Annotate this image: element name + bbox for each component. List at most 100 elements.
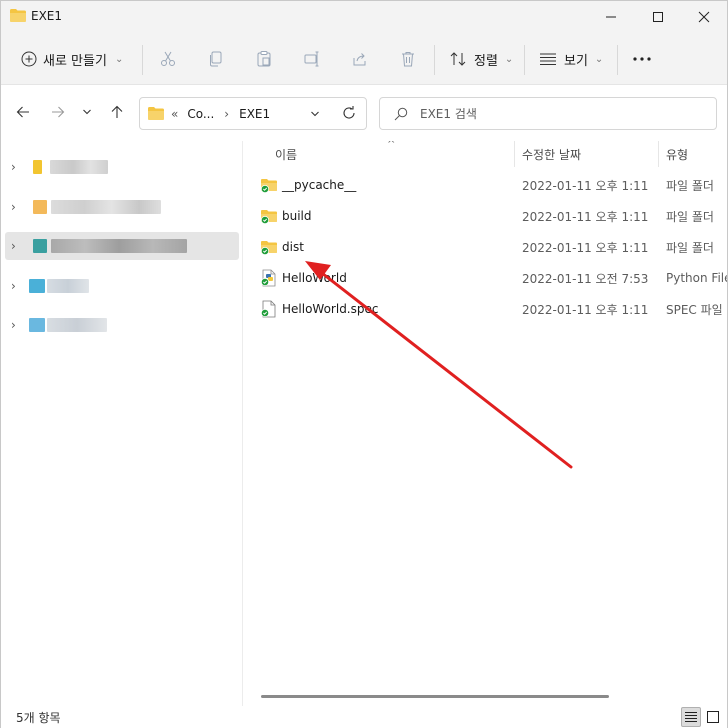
toolbar-divider (142, 45, 143, 75)
sort-icon (450, 52, 466, 66)
file-name: build (282, 209, 312, 223)
sidebar-item-label (47, 279, 89, 293)
sidebar-item-label (50, 160, 108, 174)
search-box[interactable]: EXE1 검색 (379, 97, 717, 130)
breadcrumb-item[interactable]: EXE1 (239, 107, 270, 121)
minimize-icon (606, 16, 616, 18)
navigation-pane: › › › › › (1, 141, 242, 706)
sidebar-item-label (51, 200, 161, 214)
file-type: 파일 폴더 (666, 209, 714, 224)
folder-icon (148, 107, 164, 120)
breadcrumb-overflow[interactable]: « (171, 107, 178, 121)
folder-synced-icon (261, 179, 277, 193)
column-divider[interactable] (514, 141, 515, 167)
sidebar-item-label (51, 239, 187, 253)
rename-icon[interactable] (301, 48, 323, 70)
column-divider[interactable] (658, 141, 659, 167)
sidebar-item-icon (33, 200, 47, 214)
share-icon[interactable] (349, 48, 371, 70)
breadcrumb-separator: › (224, 106, 230, 121)
document-icon (261, 300, 276, 318)
sidebar-item[interactable]: › (5, 153, 239, 181)
chevron-down-icon: ⌄ (594, 53, 604, 65)
file-type: SPEC 파일 (666, 302, 723, 317)
command-bar: 새로 만들기 ⌄ 정렬 ⌄ 보기 ⌄ (1, 33, 727, 85)
folder-synced-icon (261, 210, 277, 224)
plus-circle-icon (21, 51, 37, 67)
folder-icon (10, 9, 26, 22)
delete-icon[interactable] (397, 48, 419, 70)
toolbar-divider (617, 45, 618, 75)
up-button[interactable] (104, 99, 130, 125)
maximize-button[interactable] (635, 1, 681, 33)
sidebar-item[interactable]: › (5, 232, 239, 260)
new-button[interactable]: 새로 만들기 ⌄ (13, 43, 131, 75)
chevron-right-icon: › (11, 160, 16, 174)
sidebar-item-icon (29, 279, 45, 293)
minimize-button[interactable] (588, 1, 634, 33)
sort-ascending-icon: ^ (387, 141, 396, 150)
address-bar[interactable]: « Co... › EXE1 (139, 97, 367, 130)
tiles-view-button[interactable] (703, 707, 723, 727)
more-options-button[interactable] (626, 43, 658, 75)
python-file-icon (261, 269, 276, 287)
sidebar-item-icon (33, 160, 42, 174)
sidebar-item-icon (33, 239, 47, 253)
details-view-button[interactable] (681, 707, 701, 727)
file-row[interactable]: build 2022-01-11 오후 1:11 파일 폴더 (243, 201, 727, 231)
new-button-label: 새로 만들기 (43, 53, 107, 69)
chevron-down-icon (311, 111, 319, 117)
folder-synced-icon (261, 241, 277, 255)
search-icon (394, 107, 408, 120)
chevron-right-icon: › (11, 200, 16, 214)
file-type: 파일 폴더 (666, 240, 714, 255)
arrow-right-icon (52, 106, 65, 118)
address-history-button[interactable] (310, 107, 320, 121)
chevron-down-icon: ⌄ (114, 53, 124, 65)
file-name: __pycache__ (282, 178, 357, 192)
recent-locations-button[interactable] (76, 99, 98, 125)
view-label: 보기 (564, 53, 588, 69)
back-button[interactable] (10, 99, 36, 125)
horizontal-scrollbar[interactable] (261, 695, 609, 698)
arrow-left-icon (16, 106, 29, 118)
file-date: 2022-01-11 오후 1:11 (522, 240, 649, 255)
copy-icon[interactable] (205, 48, 227, 70)
sidebar-item-label (47, 318, 107, 332)
sidebar-item[interactable]: › (5, 193, 239, 221)
column-header-type[interactable]: 유형 (666, 141, 688, 167)
paste-icon[interactable] (253, 48, 275, 70)
more-icon (633, 57, 651, 61)
chevron-down-icon: ⌄ (504, 53, 514, 65)
sort-button[interactable]: 정렬 ⌄ (441, 43, 521, 75)
column-type-label: 유형 (666, 147, 689, 162)
close-icon (698, 11, 710, 23)
file-date: 2022-01-11 오후 1:11 (522, 178, 649, 193)
refresh-button[interactable] (342, 106, 356, 123)
close-button[interactable] (681, 1, 727, 33)
file-date: 2022-01-11 오후 1:11 (522, 209, 649, 224)
file-name: HelloWorld.spec (282, 302, 379, 316)
file-list: 이름 ^ 수정한 날짜 유형 __pycache__ 2022-01-11 오후… (243, 141, 727, 706)
file-row[interactable]: HelloWorld.spec 2022-01-11 오후 1:11 SPEC … (243, 294, 727, 324)
search-placeholder: EXE1 검색 (420, 107, 477, 121)
file-row[interactable]: HelloWorld 2022-01-11 오전 7:53 Python Fil… (243, 263, 727, 293)
column-header-name[interactable]: 이름 (275, 141, 297, 167)
cut-icon[interactable] (157, 48, 179, 70)
column-header-date[interactable]: 수정한 날짜 (522, 141, 581, 167)
status-bar: 5개 항목 (1, 706, 727, 728)
arrow-up-icon (111, 105, 123, 118)
chevron-down-icon (83, 109, 91, 115)
toolbar-divider (434, 45, 435, 75)
file-type: Python File (666, 271, 727, 285)
file-row[interactable]: __pycache__ 2022-01-11 오후 1:11 파일 폴더 (243, 170, 727, 200)
breadcrumb-item[interactable]: Co... (187, 107, 214, 121)
title-bar: EXE1 (1, 1, 727, 33)
view-button[interactable]: 보기 ⌄ (531, 43, 611, 75)
maximize-icon (653, 12, 663, 22)
sidebar-item[interactable]: › (5, 272, 239, 300)
forward-button[interactable] (45, 99, 71, 125)
file-row[interactable]: dist 2022-01-11 오후 1:11 파일 폴더 (243, 232, 727, 262)
sidebar-item[interactable]: › (5, 311, 239, 339)
file-date: 2022-01-11 오후 1:11 (522, 302, 649, 317)
